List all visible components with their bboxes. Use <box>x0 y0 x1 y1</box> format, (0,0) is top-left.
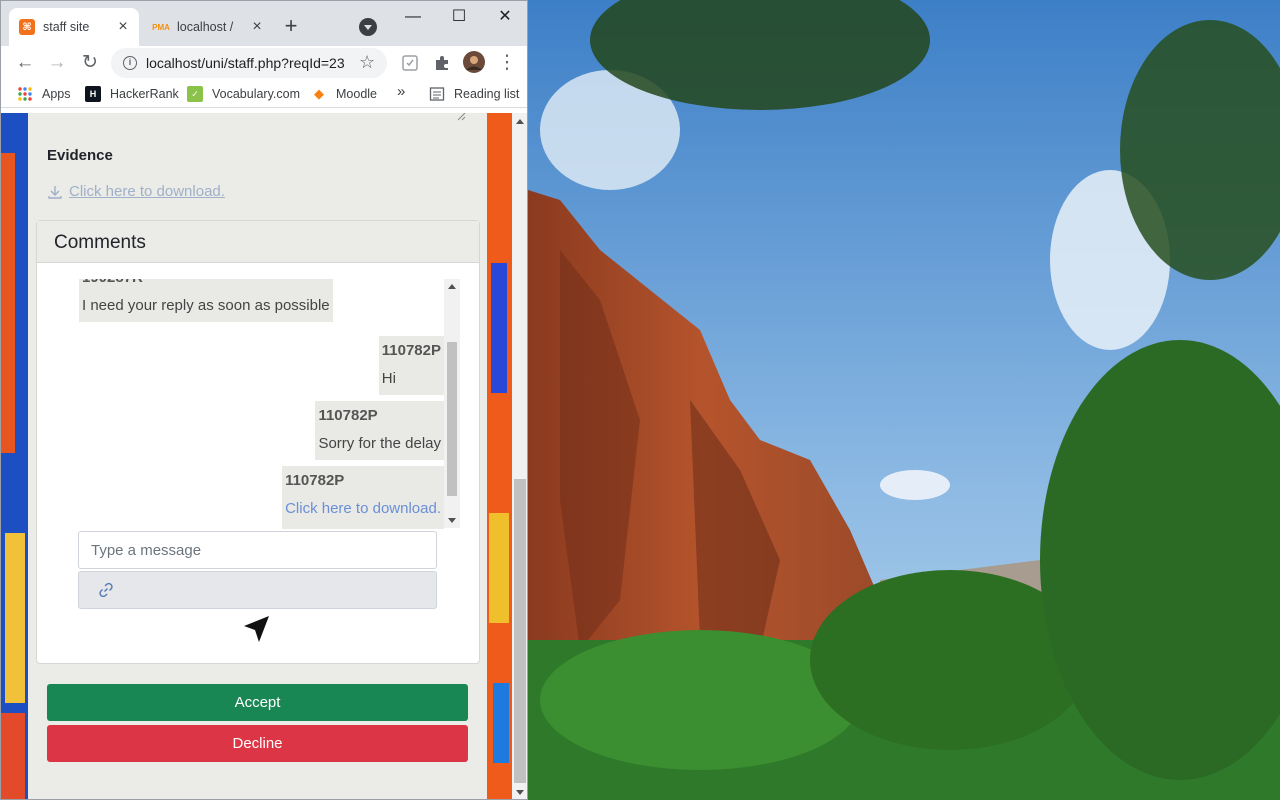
scroll-down-icon[interactable] <box>516 790 524 795</box>
extensions-puzzle-icon[interactable] <box>434 55 450 71</box>
forward-arrow-icon[interactable]: → <box>44 50 70 76</box>
comments-title: Comments <box>54 232 146 253</box>
scroll-up-icon[interactable] <box>516 119 524 124</box>
url-text: localhost/uni/staff.php?reqId=23 <box>146 55 345 71</box>
extension-icon[interactable] <box>402 55 418 71</box>
comments-header: Comments <box>37 221 479 263</box>
evidence-heading: Evidence <box>47 147 113 164</box>
bookmark-reading-list[interactable]: Reading list <box>429 86 519 102</box>
hackerrank-icon: H <box>85 86 101 102</box>
textarea-resize-handle[interactable] <box>456 113 466 121</box>
tab-title: staff site <box>43 20 90 34</box>
bookmark-apps[interactable]: Apps <box>17 86 71 102</box>
chat-scrollbar[interactable] <box>444 279 460 528</box>
bookmark-label: HackerRank <box>110 87 179 101</box>
moodle-icon: ◆ <box>314 86 324 101</box>
reload-icon[interactable]: ↻ <box>77 50 103 76</box>
bookmark-vocabulary[interactable]: ✓ Vocabulary.com <box>187 86 300 102</box>
evidence-link-text: Click here to download. <box>69 183 225 200</box>
page-viewport: Evidence Click here to download. Comment… <box>1 113 527 799</box>
scroll-down-icon[interactable] <box>448 518 456 523</box>
chat-message: 110782P Sorry for the delay <box>315 401 444 460</box>
scroll-up-icon[interactable] <box>448 284 456 289</box>
bookmarks-bar: Apps H HackerRank ✓ Vocabulary.com ◆ Moo… <box>1 80 527 108</box>
attach-file-button[interactable] <box>78 571 437 609</box>
tab-strip: ⌘ staff site × PMA localhost / × + — ☐ ✕ <box>1 1 527 46</box>
minimize-button[interactable]: — <box>393 5 433 29</box>
scrollbar-thumb[interactable] <box>514 479 526 783</box>
download-icon <box>48 185 62 199</box>
address-bar[interactable]: i localhost/uni/staff.php?reqId=23 ☆ <box>111 48 387 78</box>
evidence-download-link[interactable]: Click here to download. <box>47 183 225 200</box>
message-text: Sorry for the delay <box>318 435 441 452</box>
profile-avatar[interactable] <box>463 51 485 73</box>
overflow-chevron-icon: » <box>397 83 406 100</box>
vocabulary-icon: ✓ <box>187 86 203 102</box>
browser-menu-icon[interactable]: ⋮ <box>494 50 520 76</box>
tab-search-icon[interactable] <box>359 18 377 36</box>
message-sender: 110782P <box>381 342 441 359</box>
bookmark-label: Apps <box>42 87 71 101</box>
chat-messages[interactable]: 190287R I need your reply as soon as pos… <box>79 279 461 529</box>
link-icon <box>99 582 113 598</box>
close-window-button[interactable]: ✕ <box>485 5 525 29</box>
bookmark-label: Moodle <box>336 87 377 101</box>
new-tab-button[interactable]: + <box>279 15 303 39</box>
message-text: I need your reply as soon as possible <box>82 297 330 314</box>
reading-list-icon <box>429 87 445 101</box>
decline-button[interactable]: Decline <box>47 725 468 762</box>
browser-toolbar: ← → ↻ i localhost/uni/staff.php?reqId=23… <box>1 46 527 80</box>
bookmark-moodle[interactable]: ◆ Moodle <box>311 86 377 102</box>
bookmark-hackerrank[interactable]: H HackerRank <box>85 86 179 102</box>
message-input[interactable] <box>78 531 437 569</box>
message-sender: 110782P <box>318 407 378 424</box>
browser-window: ⌘ staff site × PMA localhost / × + — ☐ ✕… <box>0 0 528 800</box>
chat-message: 190287R I need your reply as soon as pos… <box>79 279 333 322</box>
bookmark-star-icon[interactable]: ☆ <box>359 52 375 73</box>
message-download-link[interactable]: Click here to download. <box>285 495 441 525</box>
tab-localhost[interactable]: PMA localhost / × <box>143 8 273 46</box>
back-arrow-icon[interactable]: ← <box>12 50 38 76</box>
message-text: Hi <box>381 370 396 387</box>
bookmark-label: Vocabulary.com <box>212 87 301 101</box>
scrollbar-thumb[interactable] <box>447 342 457 496</box>
chat-message: 110782P Click here to download. <box>282 466 444 529</box>
close-tab-icon[interactable]: × <box>115 19 131 35</box>
maximize-button[interactable]: ☐ <box>439 5 479 29</box>
phpmyadmin-favicon-icon: PMA <box>152 22 170 32</box>
tab-title: localhost / <box>177 20 234 34</box>
accept-button[interactable]: Accept <box>47 684 468 721</box>
site-info-icon[interactable]: i <box>123 56 137 70</box>
close-tab-icon[interactable]: × <box>249 19 265 35</box>
bookmark-label: Reading list <box>454 87 520 101</box>
bookmarks-overflow-button[interactable]: » <box>397 83 405 100</box>
message-sender: 190287R <box>82 279 330 292</box>
page-scrollbar[interactable] <box>512 113 527 799</box>
message-sender: 110782P <box>285 472 345 489</box>
chat-message: 110782P Hi <box>378 336 444 395</box>
tab-staff-site[interactable]: ⌘ staff site × <box>9 8 139 46</box>
staff-site-favicon-icon: ⌘ <box>19 19 35 35</box>
send-icon[interactable] <box>241 613 273 645</box>
apps-grid-icon <box>18 87 32 101</box>
